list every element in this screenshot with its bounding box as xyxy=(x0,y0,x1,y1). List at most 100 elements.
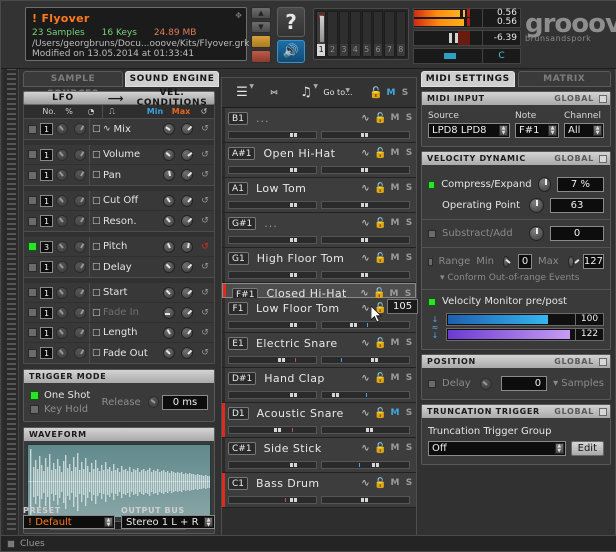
lfo-rate-knob[interactable] xyxy=(56,327,68,339)
lfo-row-delay[interactable]: 1 □ Delay ↺ xyxy=(24,257,214,277)
level-bar[interactable] xyxy=(228,201,317,209)
pan-bar[interactable] xyxy=(321,321,410,329)
solo-button[interactable]: S xyxy=(402,253,416,263)
lfo-depth-knob[interactable] xyxy=(74,327,86,339)
release-value[interactable]: 0 ms xyxy=(162,395,208,410)
subtract-add-value[interactable]: 0 xyxy=(550,226,604,241)
one-shot-row[interactable]: One Shot xyxy=(30,388,102,402)
lfo-rate-knob[interactable] xyxy=(56,149,68,161)
velocity-monitor-row[interactable]: Velocity Monitor pre/post xyxy=(428,296,604,307)
level-bar[interactable] xyxy=(228,426,317,434)
lfo-number[interactable]: 1 xyxy=(40,169,53,181)
mute-button[interactable]: M xyxy=(388,148,402,158)
output-bus-dropdown[interactable]: Stereo 1 L + R ▲▼ xyxy=(121,515,215,529)
truncation-group-spinner[interactable]: ▲▼ xyxy=(555,443,564,454)
vel-min-knob[interactable] xyxy=(163,241,175,253)
solo-button[interactable]: S xyxy=(402,408,416,418)
operating-point-row[interactable]: Operating Point 63 xyxy=(428,198,604,213)
mute-all-button[interactable]: M xyxy=(384,88,398,98)
lfo-row-length[interactable]: 1 □ Length ↺ xyxy=(24,323,214,343)
global-checkbox[interactable] xyxy=(599,95,607,103)
table-row[interactable]: C1 Bass Drum ∿ 🔓 M S xyxy=(222,473,416,508)
reset-icon[interactable]: ↺ xyxy=(196,328,214,338)
range-led[interactable] xyxy=(428,258,433,266)
gain-slider[interactable] xyxy=(413,30,483,46)
vel-min-knob[interactable] xyxy=(163,215,175,227)
note-spinner[interactable]: ▲▼ xyxy=(548,125,557,136)
solo-button[interactable]: S xyxy=(402,478,416,488)
range-min-value[interactable]: 0 xyxy=(518,254,532,269)
table-row[interactable]: A1 Low Tom ∿ 🔓 M S xyxy=(222,178,416,213)
solo-all-button[interactable]: S xyxy=(398,88,412,98)
audition-speaker-button[interactable]: 🔊 xyxy=(277,40,305,63)
note-badge[interactable]: C#1 xyxy=(228,442,256,455)
note-badge[interactable]: B1 xyxy=(228,112,248,125)
lfo-rate-knob[interactable] xyxy=(56,347,68,359)
table-row[interactable]: D1 Acoustic Snare ∿ 🔓 M S xyxy=(222,403,416,438)
lfo-depth-knob[interactable] xyxy=(74,347,86,359)
part-button-6[interactable]: 6 xyxy=(373,11,383,57)
vel-max-knob[interactable] xyxy=(181,261,193,273)
solo-button[interactable]: S xyxy=(402,218,416,228)
lfo-enable-checkbox[interactable] xyxy=(28,125,37,134)
lfo-row-fade-out[interactable]: 1 □ Fade Out ↺ xyxy=(24,343,214,363)
delay-knob[interactable] xyxy=(480,378,492,390)
lfo-enable-checkbox[interactable] xyxy=(28,308,37,317)
truncation-group-dropdown[interactable]: Off ▲▼ xyxy=(428,441,566,456)
subtract-add-led[interactable] xyxy=(428,230,436,238)
delay-row[interactable]: Delay 0 ▾ Samples xyxy=(428,376,604,391)
level-bar[interactable] xyxy=(228,496,317,504)
reset-all-icon[interactable]: ↺ xyxy=(194,107,214,116)
subtract-add-knob[interactable] xyxy=(529,226,544,241)
pan-bar[interactable] xyxy=(321,391,410,399)
waveform-icon[interactable]: ∿ xyxy=(358,183,373,194)
note-badge[interactable]: D1 xyxy=(228,407,249,420)
lfo-number[interactable]: 1 xyxy=(40,123,53,135)
lock-open-icon[interactable]: 🔓 xyxy=(373,443,388,454)
mute-button[interactable]: M xyxy=(388,253,402,263)
range-min-knob[interactable] xyxy=(503,256,509,268)
part-button-5[interactable]: 5 xyxy=(362,11,372,57)
table-row[interactable]: G#1 ... ∿ 🔓 M S xyxy=(222,213,416,248)
table-row[interactable]: D#1 Hand Clap ∿ 🔓 M S xyxy=(222,368,416,403)
waveform-icon[interactable]: ∿ xyxy=(358,408,373,419)
level-bar[interactable] xyxy=(228,461,317,469)
note-badge[interactable]: A#1 xyxy=(228,147,255,160)
pan-bar[interactable] xyxy=(321,461,410,469)
goto-button[interactable]: Go to...▼ xyxy=(322,88,354,97)
part-button-8[interactable]: 8 xyxy=(396,11,406,57)
lock-open-icon[interactable]: 🔓 xyxy=(373,338,388,349)
lock-open-icon[interactable]: 🔓 xyxy=(373,113,388,124)
pan-bar[interactable] xyxy=(321,201,410,209)
note-dropdown[interactable]: F#1 ▲▼ xyxy=(515,123,559,138)
waveform-icon[interactable]: ∿ xyxy=(358,218,373,229)
vel-max-knob[interactable] xyxy=(181,149,193,161)
edit-button[interactable]: Edit xyxy=(571,441,604,456)
vel-min-knob[interactable] xyxy=(163,123,175,135)
reset-icon[interactable]: ↺ xyxy=(196,242,214,252)
reset-icon[interactable]: ↺ xyxy=(196,288,214,298)
solo-button[interactable]: S xyxy=(402,373,416,383)
lfo-depth-knob[interactable] xyxy=(74,195,86,207)
pan-bar[interactable] xyxy=(321,271,410,279)
vel-max-knob[interactable] xyxy=(181,307,193,319)
kit-info-panel[interactable]: ✥ ! Flyover 23 Samples 16 Keys 24.89 MB … xyxy=(25,7,247,61)
level-bar[interactable] xyxy=(228,236,317,244)
vel-min-knob[interactable] xyxy=(163,261,175,273)
lfo-rate-knob[interactable] xyxy=(56,307,68,319)
lock-open-icon[interactable]: 🔓 xyxy=(373,183,388,194)
key-hold-row[interactable]: Key Hold xyxy=(30,402,102,416)
source-spinner[interactable]: ▲▼ xyxy=(499,125,508,136)
clues-checkbox[interactable] xyxy=(7,540,15,548)
solo-button[interactable]: S xyxy=(402,148,416,158)
vel-min-knob[interactable] xyxy=(163,195,175,207)
global-checkbox[interactable] xyxy=(599,358,607,366)
notes-icon[interactable]: ♫▼ xyxy=(290,85,322,100)
pan-slider[interactable] xyxy=(413,48,483,64)
delay-value[interactable]: 0 xyxy=(501,376,547,391)
operating-point-knob[interactable] xyxy=(529,198,544,213)
note-badge[interactable]: A1 xyxy=(228,182,248,195)
table-row[interactable]: F#1 Closed Hi-Hat ∿ 🔓 M S xyxy=(222,283,416,298)
solo-button[interactable]: S xyxy=(402,338,416,348)
one-shot-led[interactable] xyxy=(30,391,39,400)
